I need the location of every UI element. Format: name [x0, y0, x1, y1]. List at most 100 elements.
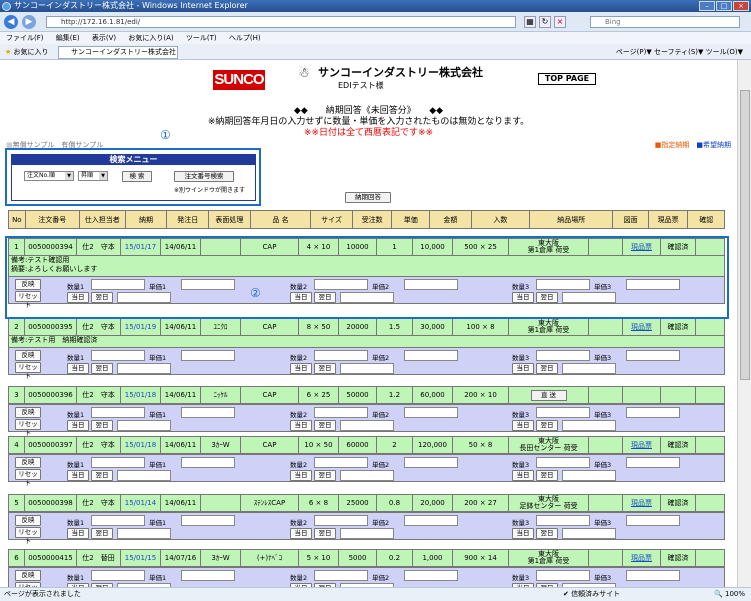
- next-day-button[interactable]: 翌日: [536, 292, 558, 303]
- price1-input[interactable]: [181, 407, 235, 418]
- zoom-level[interactable]: 🔍 100%: [714, 588, 745, 601]
- today-button[interactable]: 当日: [512, 528, 534, 539]
- price3-input[interactable]: [626, 350, 680, 361]
- price1-input[interactable]: [181, 350, 235, 361]
- top-page-button[interactable]: TOP PAGE: [538, 73, 596, 85]
- qty3-input[interactable]: [536, 457, 590, 468]
- today-button[interactable]: 当日: [67, 528, 89, 539]
- apply-button[interactable]: 反映: [15, 350, 41, 361]
- price1-input[interactable]: [181, 515, 235, 526]
- price2-input[interactable]: [404, 407, 458, 418]
- today-button[interactable]: 当日: [512, 470, 534, 481]
- qty3-input[interactable]: [536, 515, 590, 526]
- next-day-button[interactable]: 翌日: [91, 363, 113, 374]
- next-day-button[interactable]: 翌日: [314, 420, 336, 431]
- today-button[interactable]: 当日: [512, 420, 534, 431]
- close-button[interactable]: ×: [733, 1, 749, 11]
- date1-input[interactable]: [117, 420, 171, 431]
- search-input[interactable]: Bing: [590, 16, 740, 28]
- vertical-scrollbar[interactable]: [737, 60, 751, 587]
- apply-button[interactable]: 反映: [15, 515, 41, 526]
- date3-input[interactable]: [562, 528, 616, 539]
- search-button[interactable]: 検 索: [122, 171, 152, 182]
- stop-icon[interactable]: ×: [554, 16, 566, 28]
- qty1-input[interactable]: [91, 279, 145, 290]
- qty2-input[interactable]: [314, 515, 368, 526]
- scroll-thumb[interactable]: [740, 90, 750, 380]
- date2-input[interactable]: [340, 528, 394, 539]
- date3-input[interactable]: [562, 470, 616, 481]
- slip-link[interactable]: [623, 387, 661, 403]
- next-day-button[interactable]: 翌日: [91, 528, 113, 539]
- next-day-button[interactable]: 翌日: [91, 470, 113, 481]
- next-day-button[interactable]: 翌日: [91, 292, 113, 303]
- slip-link[interactable]: 現品票: [623, 437, 661, 453]
- date3-input[interactable]: [562, 363, 616, 374]
- favorites-button[interactable]: お気に入り: [14, 48, 49, 56]
- next-day-button[interactable]: 翌日: [314, 363, 336, 374]
- minimize-button[interactable]: –: [699, 1, 715, 11]
- apply-button[interactable]: 反映: [15, 407, 41, 418]
- qty1-input[interactable]: [91, 570, 145, 581]
- forward-arrow-icon[interactable]: ▶: [22, 15, 36, 29]
- url-input[interactable]: http://172.16.1.81/edi/: [46, 16, 516, 28]
- today-button[interactable]: 当日: [67, 470, 89, 481]
- maximize-button[interactable]: □: [716, 1, 732, 11]
- price2-input[interactable]: [404, 457, 458, 468]
- price3-input[interactable]: [626, 570, 680, 581]
- sort-field-select[interactable]: 注文No.順: [24, 171, 74, 181]
- menu-help[interactable]: ヘルプ(H): [229, 34, 261, 42]
- price3-input[interactable]: [626, 407, 680, 418]
- qty3-input[interactable]: [536, 279, 590, 290]
- date1-input[interactable]: [117, 363, 171, 374]
- qty2-input[interactable]: [314, 279, 368, 290]
- date3-input[interactable]: [562, 420, 616, 431]
- reset-button[interactable]: リセット: [15, 419, 41, 437]
- price2-input[interactable]: [404, 515, 458, 526]
- command-bar[interactable]: ページ(P)▼ セーフティ(S)▼ ツール(O)▼: [616, 44, 743, 60]
- sort-order-select[interactable]: 昇順: [78, 171, 108, 181]
- today-button[interactable]: 当日: [290, 470, 312, 481]
- menu-tools[interactable]: ツール(T): [186, 34, 217, 42]
- date1-input[interactable]: [117, 470, 171, 481]
- next-day-button[interactable]: 翌日: [536, 470, 558, 481]
- qty3-input[interactable]: [536, 350, 590, 361]
- next-day-button[interactable]: 翌日: [314, 470, 336, 481]
- price3-input[interactable]: [626, 515, 680, 526]
- back-arrow-icon[interactable]: ◀: [4, 15, 18, 29]
- menu-view[interactable]: 表示(V): [92, 34, 116, 42]
- today-button[interactable]: 当日: [67, 292, 89, 303]
- date1-input[interactable]: [117, 292, 171, 303]
- next-day-button[interactable]: 翌日: [314, 528, 336, 539]
- direct-ship-button[interactable]: 直 送: [530, 390, 567, 401]
- refresh-icon[interactable]: ↻: [539, 16, 551, 28]
- slip-link[interactable]: 現品票: [623, 495, 661, 511]
- today-button[interactable]: 当日: [512, 292, 534, 303]
- qty1-input[interactable]: [91, 350, 145, 361]
- tab-current[interactable]: サンコーインダストリー株式会社: [58, 46, 178, 59]
- price1-input[interactable]: [181, 570, 235, 581]
- today-button[interactable]: 当日: [512, 363, 534, 374]
- apply-button[interactable]: 反映: [15, 279, 41, 290]
- compat-view-icon[interactable]: ▦: [524, 16, 536, 28]
- reset-button[interactable]: リセット: [15, 362, 41, 380]
- menu-file[interactable]: ファイル(F): [6, 34, 44, 42]
- slip-link[interactable]: 現品票: [623, 319, 661, 335]
- next-day-button[interactable]: 翌日: [536, 363, 558, 374]
- today-button[interactable]: 当日: [67, 363, 89, 374]
- qty2-input[interactable]: [314, 350, 368, 361]
- date3-input[interactable]: [562, 292, 616, 303]
- reset-button[interactable]: リセット: [15, 469, 41, 487]
- qty3-input[interactable]: [536, 570, 590, 581]
- today-button[interactable]: 当日: [67, 420, 89, 431]
- date1-input[interactable]: [117, 528, 171, 539]
- delivery-answer-button[interactable]: 納期回答: [345, 192, 391, 203]
- next-day-button[interactable]: 翌日: [91, 420, 113, 431]
- menu-edit[interactable]: 編集(E): [56, 34, 80, 42]
- date2-input[interactable]: [340, 363, 394, 374]
- qty3-input[interactable]: [536, 407, 590, 418]
- date2-input[interactable]: [340, 292, 394, 303]
- price2-input[interactable]: [404, 570, 458, 581]
- today-button[interactable]: 当日: [290, 292, 312, 303]
- today-button[interactable]: 当日: [290, 420, 312, 431]
